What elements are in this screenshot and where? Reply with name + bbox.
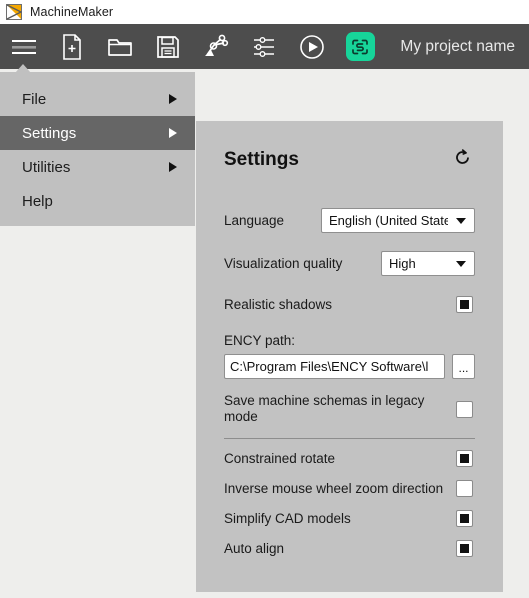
checkbox-fill bbox=[460, 299, 469, 309]
ency-button[interactable] bbox=[336, 24, 384, 69]
project-name-label[interactable]: My project name bbox=[400, 38, 515, 56]
simplify-cad-models-label: Simplify CAD models bbox=[224, 510, 351, 526]
realistic-shadows-checkbox[interactable] bbox=[456, 295, 473, 313]
toolbar: My project name bbox=[0, 24, 529, 69]
menu-item-label: File bbox=[22, 90, 47, 108]
setting-row-simplify-cad-models: Simplify CAD models bbox=[224, 503, 475, 533]
inverse-mouse-wheel-checkbox[interactable] bbox=[456, 479, 473, 497]
legacy-mode-checkbox[interactable] bbox=[456, 400, 473, 418]
auto-align-checkbox[interactable] bbox=[456, 539, 473, 557]
settings-panel: Settings Language English (United States… bbox=[196, 121, 503, 592]
play-circle-icon bbox=[299, 34, 325, 60]
visualization-quality-select-wrapper: High bbox=[381, 250, 475, 276]
settings-header: Settings bbox=[224, 121, 475, 171]
chevron-right-icon bbox=[169, 94, 177, 104]
legacy-mode-label: Save machine schemas in legacy mode bbox=[224, 393, 425, 424]
hamburger-icon bbox=[11, 38, 37, 56]
ency-path-row: ... bbox=[224, 354, 475, 379]
visualization-quality-select[interactable]: High bbox=[381, 250, 475, 276]
settings-options-group: Constrained rotate Inverse mouse wheel z… bbox=[224, 443, 475, 563]
reset-settings-button[interactable] bbox=[451, 148, 473, 172]
page-title: Settings bbox=[224, 149, 299, 170]
visualization-quality-label: Visualization quality bbox=[224, 255, 343, 271]
robot-button[interactable] bbox=[192, 24, 240, 69]
setting-row-visualization-quality: Visualization quality High bbox=[224, 248, 475, 278]
simplify-cad-models-checkbox[interactable] bbox=[456, 509, 473, 527]
menu-item-help[interactable]: Help bbox=[0, 184, 195, 218]
constrained-rotate-checkbox[interactable] bbox=[456, 449, 473, 467]
inverse-mouse-wheel-label: Inverse mouse wheel zoom direction bbox=[224, 480, 444, 496]
reset-circular-arrow-icon bbox=[453, 148, 472, 172]
ency-logo-icon bbox=[345, 32, 375, 61]
ency-path-label: ENCY path: bbox=[224, 333, 296, 348]
triangle-logo-icon bbox=[6, 4, 22, 20]
menu-item-file[interactable]: File bbox=[0, 82, 195, 116]
chevron-right-icon bbox=[169, 162, 177, 172]
menu-item-utilities[interactable]: Utilities bbox=[0, 150, 195, 184]
setting-row-inverse-mouse-wheel: Inverse mouse wheel zoom direction bbox=[224, 473, 475, 503]
open-file-button[interactable] bbox=[96, 24, 144, 69]
sliders-icon bbox=[252, 36, 276, 58]
floppy-disk-icon bbox=[156, 35, 180, 59]
setting-row-language: Language English (United States) bbox=[224, 205, 475, 235]
checkbox-fill bbox=[460, 453, 469, 463]
setting-row-auto-align: Auto align bbox=[224, 533, 475, 563]
language-select-wrapper: English (United States) bbox=[321, 207, 475, 233]
play-button[interactable] bbox=[288, 24, 336, 69]
checkbox-fill bbox=[460, 543, 469, 553]
ency-path-input[interactable] bbox=[224, 354, 445, 379]
robot-arm-icon bbox=[202, 34, 230, 60]
menu-button[interactable] bbox=[0, 24, 48, 69]
ency-path-browse-button[interactable]: ... bbox=[452, 354, 475, 379]
checkbox-fill bbox=[460, 513, 469, 523]
app-title: MachineMaker bbox=[30, 5, 114, 19]
menu-pointer-arrow bbox=[15, 64, 31, 73]
setting-row-constrained-rotate: Constrained rotate bbox=[224, 443, 475, 473]
constrained-rotate-label: Constrained rotate bbox=[224, 450, 336, 466]
settings-divider bbox=[224, 438, 475, 439]
new-file-button[interactable] bbox=[48, 24, 96, 69]
main-menu: File Settings Utilities Help bbox=[0, 72, 195, 226]
auto-align-label: Auto align bbox=[224, 540, 285, 556]
language-select[interactable]: English (United States) bbox=[321, 207, 475, 233]
chevron-right-icon bbox=[169, 128, 177, 138]
folder-open-icon bbox=[107, 35, 133, 59]
menu-item-label: Help bbox=[22, 192, 53, 210]
language-label: Language bbox=[224, 212, 285, 228]
setting-row-legacy-mode: Save machine schemas in legacy mode bbox=[224, 393, 475, 425]
realistic-shadows-label: Realistic shadows bbox=[224, 296, 333, 312]
save-button[interactable] bbox=[144, 24, 192, 69]
title-bar: MachineMaker bbox=[0, 0, 529, 24]
menu-item-label: Settings bbox=[22, 124, 77, 142]
menu-item-settings[interactable]: Settings bbox=[0, 116, 195, 150]
parameters-button[interactable] bbox=[240, 24, 288, 69]
setting-row-realistic-shadows: Realistic shadows bbox=[224, 289, 475, 319]
new-document-icon bbox=[61, 33, 83, 60]
menu-item-label: Utilities bbox=[22, 158, 71, 176]
